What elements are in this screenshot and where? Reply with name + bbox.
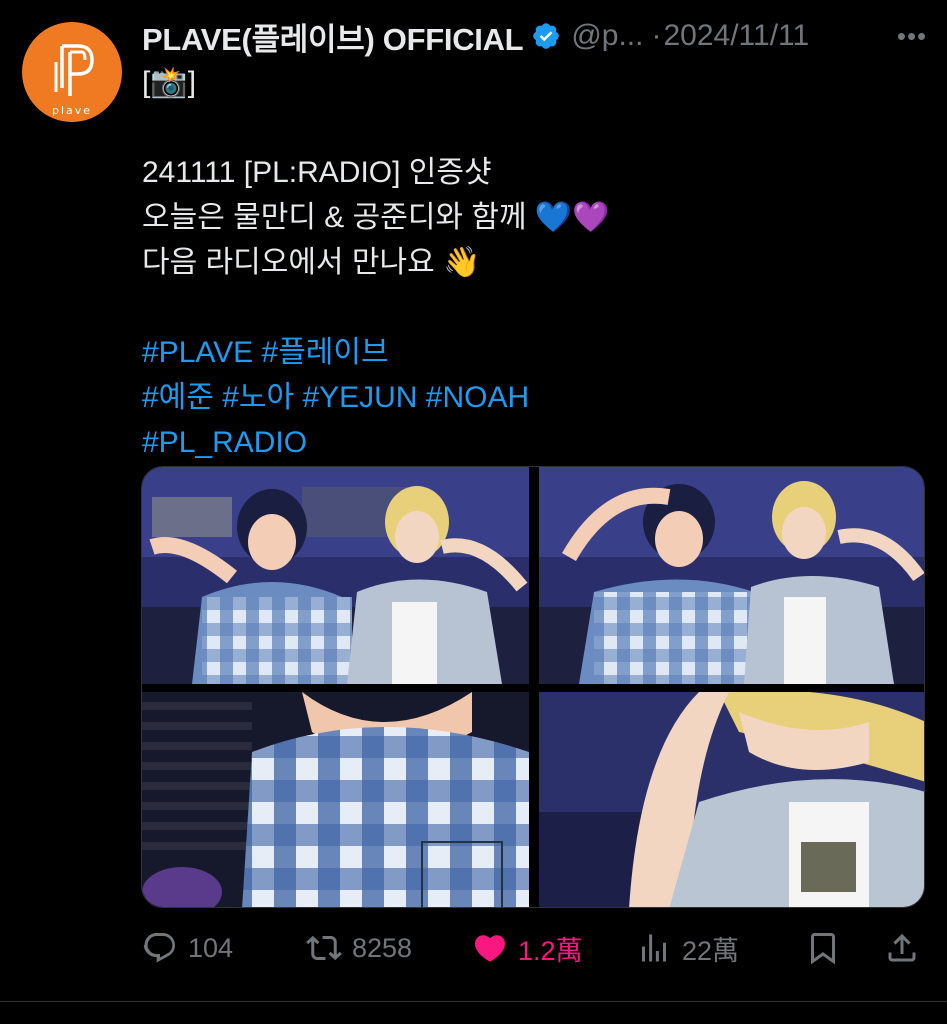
- text-line: 오늘은 물만디 & 공준디와 함께 💙💜: [142, 201, 610, 234]
- retweet-button[interactable]: 8258: [306, 920, 412, 976]
- tweet-header: PLAVE(플레이브) OFFICIAL @p... · 2024/11/11 …: [142, 14, 932, 59]
- share-button[interactable]: [884, 920, 920, 976]
- heart-filled-icon: [474, 935, 506, 962]
- bookmark-icon: [811, 933, 835, 965]
- text-line-blank: [142, 105, 932, 150]
- media-photo-1[interactable]: [142, 467, 529, 684]
- reply-button[interactable]: 104: [142, 920, 233, 976]
- author-avatar[interactable]: plave: [22, 22, 122, 122]
- hashtag-line[interactable]: #PLAVE #플레이브: [142, 330, 932, 375]
- text-line: 241111 [PL:RADIO] 인증샷: [142, 156, 492, 189]
- reply-icon: [143, 933, 175, 963]
- media-photo-3[interactable]: [142, 692, 529, 907]
- hashtag-line[interactable]: #예준 #노아 #YEJUN #NOAH: [142, 375, 932, 420]
- views-count: 22萬: [682, 935, 740, 966]
- media-grid: [141, 466, 925, 908]
- text-line-blank: [142, 285, 932, 330]
- more-horizontal-icon[interactable]: •••: [892, 16, 932, 56]
- tweet-divider: [0, 1001, 947, 1002]
- author-handle[interactable]: @p...: [571, 19, 643, 53]
- hashtag-line[interactable]: #PL_RADIO: [142, 420, 932, 465]
- text-line: [📸]: [142, 66, 197, 99]
- views-button[interactable]: 22萬: [636, 920, 739, 976]
- like-button[interactable]: 1.2萬: [472, 920, 583, 976]
- views-bar-chart-icon: [642, 934, 666, 962]
- tweet-action-bar: 104 8258 1.2萬 22萬: [142, 920, 932, 976]
- share-upload-icon: [888, 933, 916, 962]
- separator-dot: ·: [651, 19, 662, 52]
- tweet-date[interactable]: 2024/11/11: [663, 19, 809, 53]
- retweet-icon: [306, 935, 342, 961]
- media-photo-2[interactable]: [539, 467, 924, 684]
- author-display-name[interactable]: PLAVE(플레이브) OFFICIAL: [142, 14, 524, 59]
- retweet-count: 8258: [352, 932, 413, 963]
- bookmark-button[interactable]: [805, 920, 841, 976]
- tweet-text: [📸] 241111 [PL:RADIO] 인증샷 오늘은 물만디 & 공준디와…: [142, 60, 932, 465]
- verified-badge-icon[interactable]: [531, 21, 561, 51]
- reply-count: 104: [188, 932, 234, 963]
- text-line: 다음 라디오에서 만나요 👋: [142, 246, 481, 279]
- media-photo-4[interactable]: [539, 692, 924, 907]
- like-count: 1.2萬: [518, 935, 583, 966]
- avatar-logo-text: plave: [51, 104, 93, 117]
